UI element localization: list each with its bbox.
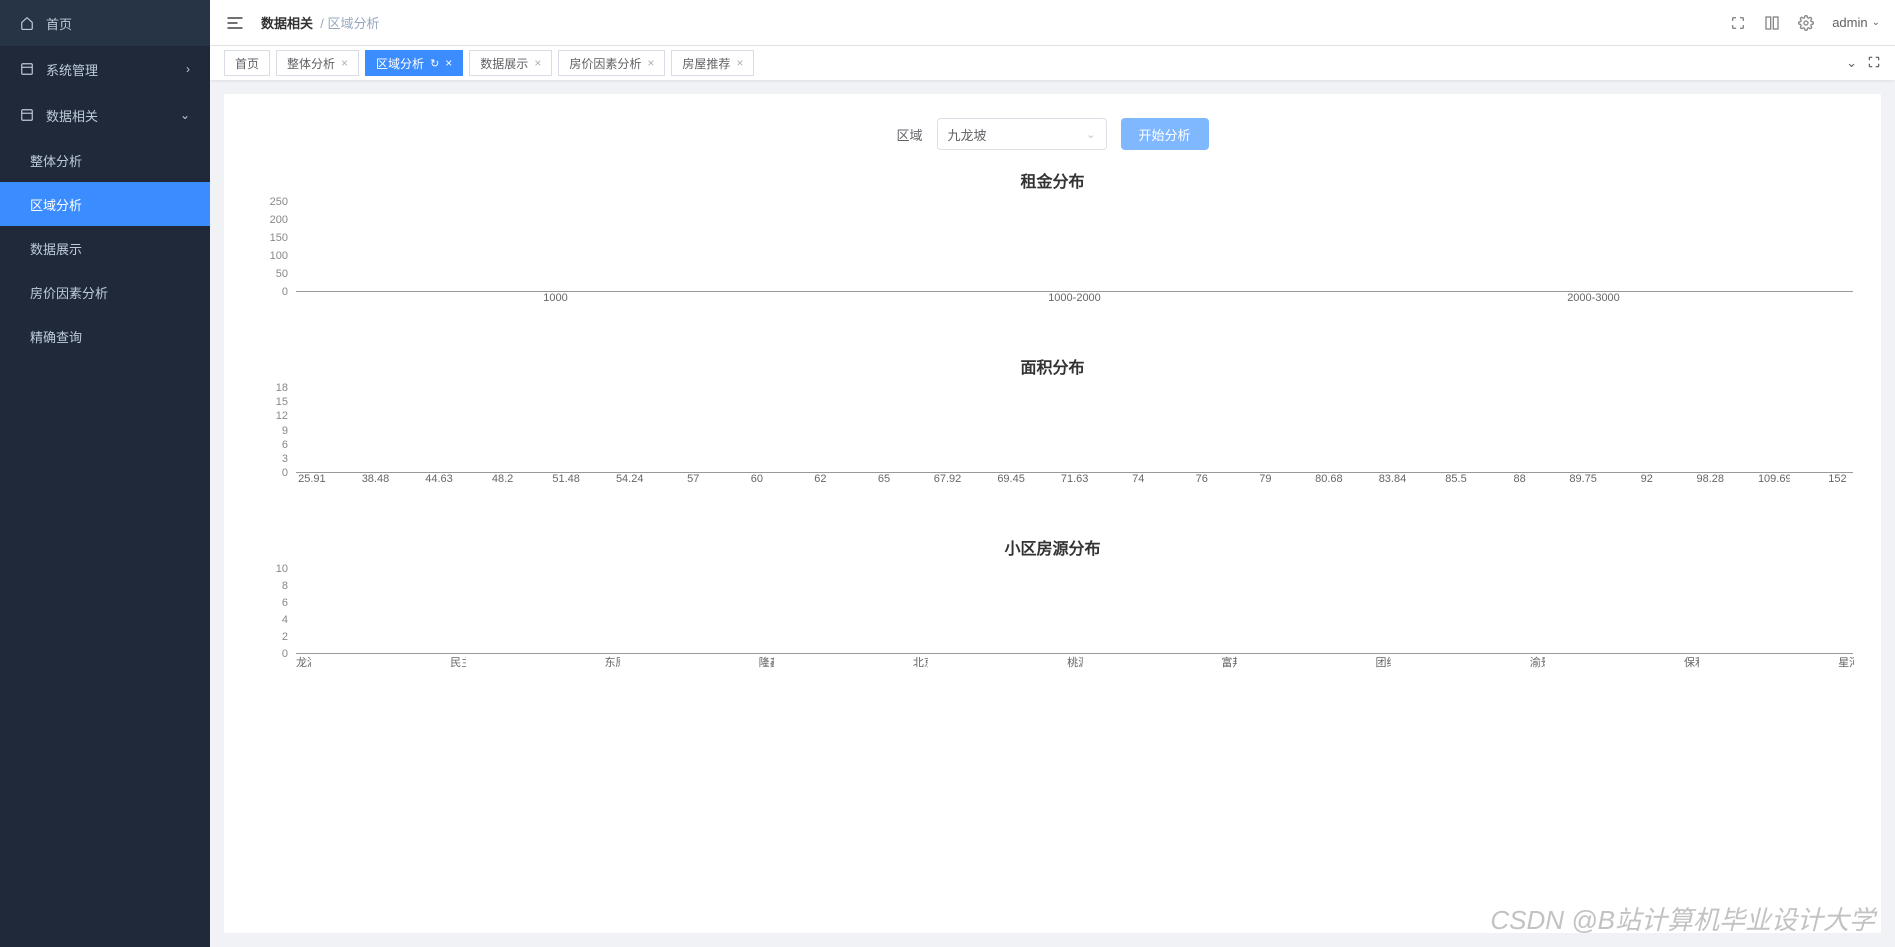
close-icon[interactable]: ×: [534, 56, 541, 70]
tabs-bar: 首页整体分析×区域分析 ↻×数据展示×房价因素分析×房屋推荐× ⌄: [210, 46, 1895, 80]
sidebar-item-1-3[interactable]: 房价因素分析: [0, 270, 210, 314]
chart-title: 租金分布: [252, 168, 1853, 192]
tab-5[interactable]: 房屋推荐×: [671, 50, 754, 76]
chart-rent: 租金分布05010015020025010001000-20002000-300…: [252, 168, 1853, 304]
chevron-right-icon: ›: [186, 62, 190, 76]
region-label: 区域: [896, 125, 922, 144]
analyze-button[interactable]: 开始分析: [1121, 118, 1209, 150]
chart-title: 面积分布: [252, 354, 1853, 378]
tab-0[interactable]: 首页: [224, 50, 270, 76]
chevron-down-icon: ⌄: [1872, 17, 1880, 28]
refresh-icon[interactable]: ↻: [430, 57, 439, 70]
breadcrumb-main: 数据相关: [261, 16, 313, 31]
close-icon[interactable]: ×: [647, 56, 654, 70]
chart-community: 小区房源分布0246810龙湖新壹城民主三村东原九城时光隆鑫西城汇北京城建云熙台…: [252, 535, 1853, 670]
main-card: 区域 九龙坡 ⌄ 开始分析 租金分布0501001502002501000100…: [224, 94, 1881, 933]
sidebar-group-1[interactable]: 数据相关⌄: [0, 92, 210, 138]
layout-icon[interactable]: [1764, 15, 1780, 31]
close-icon[interactable]: ×: [736, 56, 743, 70]
home-icon: [20, 16, 36, 30]
sidebar-home-label: 首页: [46, 14, 72, 33]
close-icon[interactable]: ×: [341, 56, 348, 70]
sidebar-item-1-1[interactable]: 区域分析: [0, 182, 210, 226]
tabs-dropdown-icon[interactable]: ⌄: [1846, 55, 1857, 71]
chevron-down-icon: ⌄: [1086, 128, 1095, 141]
chart-area: 面积分布036912151825.9138.4844.6348.251.4854…: [252, 354, 1853, 485]
sidebar-item-home[interactable]: 首页: [0, 0, 210, 46]
region-select[interactable]: 九龙坡 ⌄: [937, 118, 1107, 150]
sidebar-item-1-2[interactable]: 数据展示: [0, 226, 210, 270]
tab-4[interactable]: 房价因素分析×: [558, 50, 665, 76]
chart-title: 小区房源分布: [252, 535, 1853, 559]
tab-1[interactable]: 整体分析×: [276, 50, 359, 76]
gear-icon[interactable]: [1798, 15, 1814, 31]
fullscreen-icon[interactable]: [1730, 15, 1746, 31]
sidebar-group-0[interactable]: 系统管理›: [0, 46, 210, 92]
user-name: admin: [1832, 15, 1867, 30]
user-menu[interactable]: admin ⌄: [1832, 15, 1880, 30]
data-icon: [20, 108, 36, 122]
region-select-value: 九龙坡: [948, 125, 987, 144]
breadcrumb: 数据相关 / 区域分析: [261, 13, 379, 32]
sidebar-item-1-4[interactable]: 精确查询: [0, 314, 210, 358]
tabs-fullscreen-icon[interactable]: [1867, 55, 1881, 71]
menu-toggle-icon[interactable]: [225, 13, 245, 33]
filter-row: 区域 九龙坡 ⌄ 开始分析: [252, 118, 1853, 150]
monitor-icon: [20, 62, 36, 76]
chevron-down-icon: ⌄: [180, 108, 190, 122]
sidebar-item-1-0[interactable]: 整体分析: [0, 138, 210, 182]
breadcrumb-sub: 区域分析: [327, 16, 379, 31]
sidebar: 首页 系统管理›数据相关⌄整体分析区域分析数据展示房价因素分析精确查询: [0, 0, 210, 947]
topbar: 数据相关 / 区域分析 admin ⌄: [210, 0, 1895, 46]
tab-3[interactable]: 数据展示×: [469, 50, 552, 76]
tab-2[interactable]: 区域分析 ↻×: [365, 50, 463, 76]
close-icon[interactable]: ×: [445, 56, 452, 70]
